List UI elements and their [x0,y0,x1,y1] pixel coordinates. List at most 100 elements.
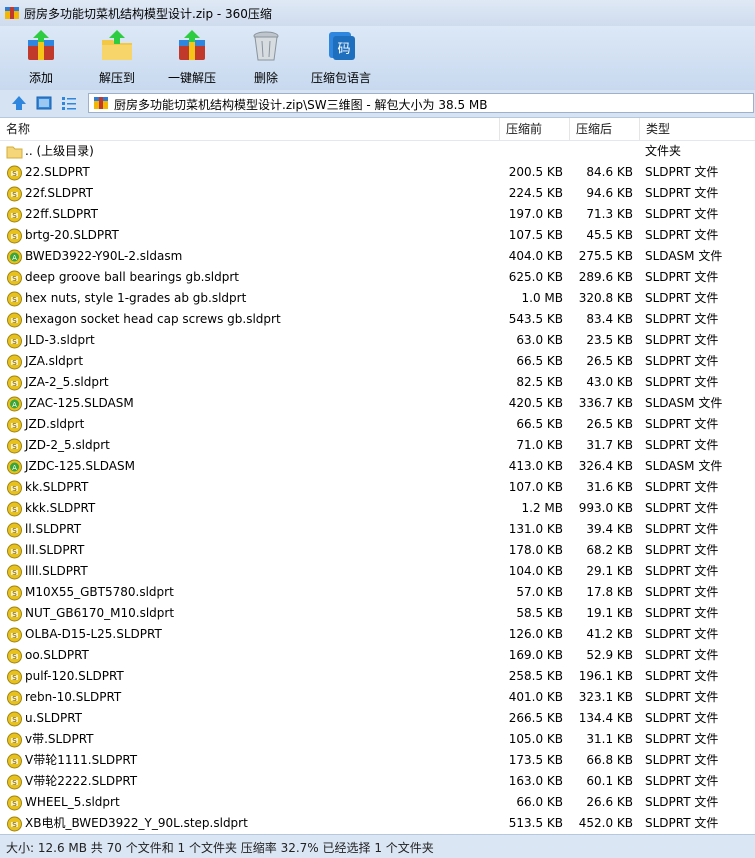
file-name: JZA.sldprt [25,354,84,368]
one-click-extract-button[interactable]: 一键解压 [164,28,220,88]
delete-button[interactable]: 删除 [242,28,290,88]
sldprt-file-icon: S [7,627,22,643]
archive-language-button[interactable]: 码 压缩包语言 [308,28,374,88]
address-bar: 厨房多功能切菜机结构模型设计.zip\SW三维图 - 解包大小为 38.5 MB [0,90,755,118]
extract-to-icon [102,30,132,60]
file-name: V带轮2222.SLDPRT [25,774,138,788]
file-row[interactable]: S OLBA-D15-L25.SLDPRT 126.0 KB 41.2 KB SLDPR… [0,624,755,645]
file-row[interactable]: Skkk.SLDPRT 1.2 MB 993.0 KB SLDPRT 文件 [0,498,755,519]
file-name: 22ff.SLDPRT [25,207,98,221]
extract-to-label: 解压到 [98,71,135,85]
file-row[interactable]: S 22.SLDPRT 200.5 KB 84.6 KB SLDPRT 文件 [0,162,755,183]
file-size-after: 320.8 KB [578,291,633,305]
status-text: 大小: 12.6 MB 共 70 个文件和 1 个文件夹 压缩率 32.7% 已… [6,841,434,855]
title-bar: 厨房多功能切菜机结构模型设计.zip - 360压缩 [0,0,755,26]
file-size-after: 196.1 KB [578,669,633,683]
col-name[interactable]: 名称 [0,118,500,140]
list-view-icon[interactable] [60,94,78,112]
file-row[interactable]: S JZA-2_5.sldprt 82.5 KB 43.0 KB SLDPRT 文件 [0,372,755,393]
file-row[interactable]: Spulf-120.SLDPRT 258.5 KB 196.1 KB SLDPRT 文… [0,666,755,687]
file-list: .. (上级目录) 文件夹 S 22.SLDPRT 200.5 KB 84.6 KB SLD… [0,141,755,834]
col-type[interactable]: 类型 [640,118,755,140]
file-name: hexagon socket head cap screws gb.sldprt [25,312,281,326]
sldasm-file-icon: A [7,396,22,412]
file-row[interactable]: Skk.SLDPRT 107.0 KB 31.6 KB SLDPRT 文件 [0,477,755,498]
file-row[interactable]: S NUT_GB6170_M10.sldprt 58.5 KB 19.1 KB SLDP… [0,603,755,624]
file-type: SLDPRT 文件 [645,501,719,515]
sldprt-file-icon: S [7,501,22,517]
file-row[interactable]: S 22ff.SLDPRT 197.0 KB 71.3 KB SLDPRT 文件 [0,204,755,225]
file-row[interactable]: S JZD-2_5.sldprt 71.0 KB 31.7 KB SLDPRT 文件 [0,435,755,456]
file-size-before: 173.5 KB [508,753,563,767]
file-row[interactable]: S WHEEL_5.sldprt 66.0 KB 26.6 KB SLDPRT 文件 [0,792,755,813]
thumbnail-view-icon[interactable] [35,94,53,112]
parent-folder-row[interactable]: .. (上级目录) 文件夹 [0,141,755,162]
file-size-before: 266.5 KB [508,711,563,725]
sldprt-file-icon: S [7,606,22,622]
up-arrow-icon[interactable] [10,94,28,112]
file-row[interactable]: Slll.SLDPRT 178.0 KB 68.2 KB SLDPRT 文件 [0,540,755,561]
sldprt-file-icon: S [7,711,22,727]
app-icon [5,7,19,19]
extract-to-button[interactable]: 解压到 [90,28,144,88]
file-type: SLDASM 文件 [645,459,723,473]
sldprt-file-icon: S [7,522,22,538]
file-size-after: 31.7 KB [586,438,633,452]
archive-language-label: 压缩包语言 [310,71,371,85]
delete-bin-icon [253,31,279,61]
file-name: hex nuts, style 1-grades ab gb.sldprt [25,291,247,305]
file-row[interactable]: Sdeep groove ball bearings gb.sldprt 625.… [0,267,755,288]
file-row[interactable]: S V带轮2222.SLDPRT 163.0 KB 60.1 KB SLDPRT 文件 [0,771,755,792]
file-row[interactable]: A JZAC-125.SLDASM 420.5 KB 336.7 KB SLDASM 文… [0,393,755,414]
file-row[interactable]: S XB电机_BWED3922_Y_90L.step.sldprt 513.5 KB… [0,813,755,834]
file-size-after: 45.5 KB [586,228,633,242]
add-button[interactable]: 添加 [14,28,68,88]
file-type: SLDPRT 文件 [645,732,719,746]
file-size-before: 82.5 KB [516,375,563,389]
svg-text:S: S [12,611,17,619]
status-bar: 大小: 12.6 MB 共 70 个文件和 1 个文件夹 压缩率 32.7% 已… [0,834,755,858]
file-row[interactable]: Sv带.SLDPRT 105.0 KB 31.1 KB SLDPRT 文件 [0,729,755,750]
file-type: SLDPRT 文件 [645,228,719,242]
file-row[interactable]: S 22f.SLDPRT 224.5 KB 94.6 KB SLDPRT 文件 [0,183,755,204]
svg-text:S: S [12,443,17,451]
file-row[interactable]: A JZDC-125.SLDASM 413.0 KB 326.4 KB SLDASM 文… [0,456,755,477]
file-row[interactable]: Shex nuts, style 1-grades ab gb.sldprt 1.… [0,288,755,309]
file-size-before: 107.5 KB [508,228,563,242]
file-size-after: 19.1 KB [586,606,633,620]
file-name: JLD-3.sldprt [25,333,95,347]
svg-text:S: S [12,527,17,535]
file-row[interactable]: Soo.SLDPRT 169.0 KB 52.9 KB SLDPRT 文件 [0,645,755,666]
file-name: pulf-120.SLDPRT [25,669,124,683]
col-before[interactable]: 压缩前 [500,118,570,140]
file-size-before: 413.0 KB [508,459,563,473]
file-row[interactable]: Srebn-10.SLDPRT 401.0 KB 323.1 KB SLDPRT 文件 [0,687,755,708]
file-row[interactable]: Su.SLDPRT 266.5 KB 134.4 KB SLDPRT 文件 [0,708,755,729]
file-row[interactable]: Sllll.SLDPRT 104.0 KB 29.1 KB SLDPRT 文件 [0,561,755,582]
file-size-before: 178.0 KB [508,543,563,557]
file-size-before: 104.0 KB [508,564,563,578]
file-type: SLDPRT 文件 [645,690,719,704]
file-type: SLDPRT 文件 [645,312,719,326]
file-name: deep groove ball bearings gb.sldprt [25,270,239,284]
sldprt-file-icon: S [7,648,22,664]
col-after[interactable]: 压缩后 [570,118,640,140]
sldprt-file-icon: S [7,291,22,307]
file-row[interactable]: S JZA.sldprt 66.5 KB 26.5 KB SLDPRT 文件 [0,351,755,372]
sldprt-file-icon: S [7,753,22,769]
add-archive-icon [28,30,54,60]
file-row[interactable]: A BWED3922-Y90L-2.sldasm 404.0 KB 275.5 KB S… [0,246,755,267]
file-row[interactable]: S V带轮1111.SLDPRT 173.5 KB 66.8 KB SLDPRT 文件 [0,750,755,771]
file-row[interactable]: S JLD-3.sldprt 63.0 KB 23.5 KB SLDPRT 文件 [0,330,755,351]
file-type: SLDPRT 文件 [645,186,719,200]
file-row[interactable]: Sbrtg-20.SLDPRT 107.5 KB 45.5 KB SLDPRT 文件 [0,225,755,246]
file-row[interactable]: Shexagon socket head cap screws gb.sldpr… [0,309,755,330]
sldprt-file-icon: S [7,732,22,748]
file-type: SLDPRT 文件 [645,270,719,284]
file-row[interactable]: S JZD.sldprt 66.5 KB 26.5 KB SLDPRT 文件 [0,414,755,435]
file-size-after: 289.6 KB [578,270,633,284]
file-row[interactable]: S M10X55_GBT5780.sldprt 57.0 KB 17.8 KB SLDP… [0,582,755,603]
file-row[interactable]: Sll.SLDPRT 131.0 KB 39.4 KB SLDPRT 文件 [0,519,755,540]
address-field[interactable]: 厨房多功能切菜机结构模型设计.zip\SW三维图 - 解包大小为 38.5 MB [88,93,754,113]
sldprt-file-icon: S [7,438,22,454]
